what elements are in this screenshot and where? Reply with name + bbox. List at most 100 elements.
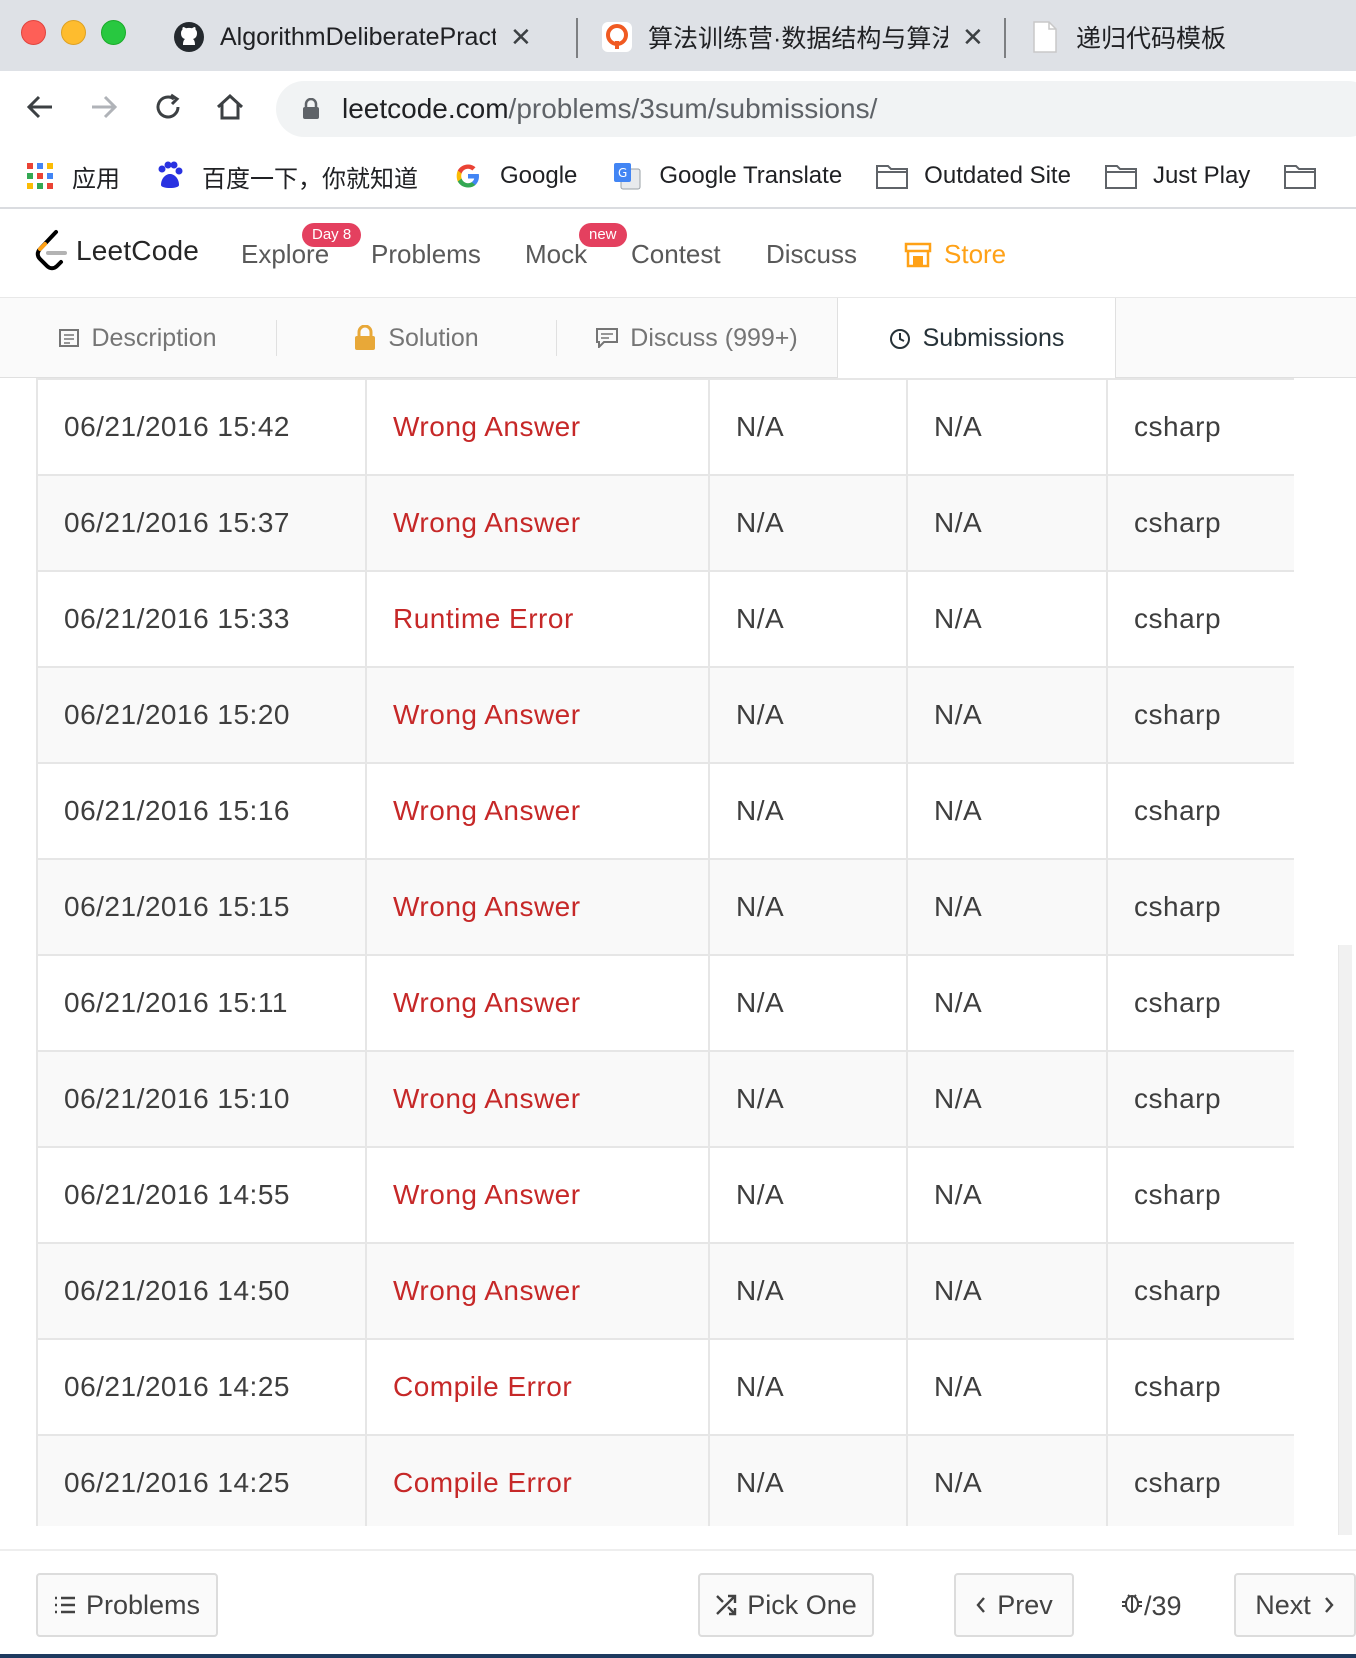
- geekbang-icon: [600, 20, 634, 54]
- browser-tab-geekbang[interactable]: 算法训练营·数据结构与算法 ✕: [600, 12, 984, 62]
- submission-status[interactable]: Wrong Answer: [365, 378, 710, 476]
- table-row[interactable]: 06/21/2016 15:20 Wrong Answer N/A N/A csharp: [36, 666, 1294, 764]
- submission-time: 06/21/2016 15:16: [36, 762, 367, 860]
- submission-memory: N/A: [906, 570, 1108, 668]
- submission-time: 06/21/2016 15:42: [36, 378, 367, 476]
- nav-store[interactable]: Store: [904, 239, 1006, 270]
- bookmark-label: Google: [500, 162, 578, 189]
- back-button[interactable]: [20, 87, 60, 127]
- table-row[interactable]: 06/21/2016 14:55 Wrong Answer N/A N/A csharp: [36, 1146, 1294, 1244]
- submission-language: csharp: [1106, 474, 1294, 572]
- close-icon[interactable]: ✕: [962, 22, 984, 53]
- submission-time: 06/21/2016 14:55: [36, 1146, 367, 1244]
- submission-language: csharp: [1106, 1338, 1294, 1436]
- bookmark-folder-outdated-site[interactable]: Outdated Site: [876, 160, 1071, 192]
- tab-solution[interactable]: Solution: [277, 298, 556, 378]
- tab-title: 递归代码模板: [1076, 25, 1227, 53]
- bookmark-apps[interactable]: 应用: [24, 159, 120, 194]
- store-icon: [904, 242, 932, 267]
- page-indicator[interactable]: /39: [1120, 1591, 1182, 1622]
- bookmark-folder-just-play[interactable]: Just Play: [1104, 160, 1250, 192]
- tab-discuss[interactable]: Discuss (999+): [557, 298, 837, 378]
- submission-status[interactable]: Wrong Answer: [365, 762, 710, 860]
- tab-description[interactable]: Description: [0, 298, 276, 378]
- submission-status[interactable]: Wrong Answer: [365, 858, 710, 956]
- next-button[interactable]: Next: [1234, 1573, 1356, 1637]
- submission-language: csharp: [1106, 378, 1294, 476]
- close-icon[interactable]: ✕: [510, 22, 532, 53]
- table-row[interactable]: 06/21/2016 15:16 Wrong Answer N/A N/A csharp: [36, 762, 1294, 860]
- submission-runtime: N/A: [708, 1050, 908, 1148]
- problems-list-button[interactable]: Problems: [36, 1573, 218, 1637]
- scrollbar[interactable]: [1338, 945, 1352, 1535]
- submission-memory: N/A: [906, 1050, 1108, 1148]
- tab-label: Discuss (999+): [630, 323, 798, 352]
- home-button[interactable]: [210, 87, 250, 127]
- window-close-button[interactable]: [21, 20, 46, 45]
- bookmark-google[interactable]: Google: [452, 160, 577, 192]
- table-row[interactable]: 06/21/2016 15:42 Wrong Answer N/A N/A csharp: [36, 378, 1294, 476]
- address-bar[interactable]: leetcode.com/problems/3sum/submissions/: [276, 81, 1356, 137]
- submission-runtime: N/A: [708, 378, 908, 476]
- submission-status[interactable]: Wrong Answer: [365, 474, 710, 572]
- submission-language: csharp: [1106, 1434, 1294, 1526]
- nav-problems[interactable]: Problems: [371, 239, 481, 270]
- bookmark-baidu[interactable]: 百度一下，你就知道: [154, 159, 418, 194]
- submission-status[interactable]: Wrong Answer: [365, 1146, 710, 1244]
- tab-submissions[interactable]: Submissions: [837, 298, 1116, 379]
- submission-time: 06/21/2016 14:25: [36, 1434, 367, 1526]
- nav-mock[interactable]: Mock: [525, 239, 587, 270]
- window-zoom-button[interactable]: [101, 20, 126, 45]
- prev-button[interactable]: Prev: [954, 1573, 1074, 1637]
- table-row[interactable]: 06/21/2016 15:11 Wrong Answer N/A N/A csharp: [36, 954, 1294, 1052]
- submission-status[interactable]: Compile Error: [365, 1338, 710, 1436]
- forward-button[interactable]: [84, 87, 124, 127]
- bookmark-folder-more[interactable]: [1284, 160, 1332, 192]
- window-bottom-edge: [0, 1654, 1356, 1658]
- bookmark-label: 应用: [72, 165, 120, 193]
- table-row[interactable]: 06/21/2016 15:15 Wrong Answer N/A N/A csharp: [36, 858, 1294, 956]
- clock-icon: [889, 328, 911, 350]
- tab-title: AlgorithmDeliberatePractic: [220, 22, 496, 51]
- logo-text: LeetCode: [76, 235, 200, 266]
- lock-icon[interactable]: [302, 98, 320, 120]
- url-text[interactable]: leetcode.com/problems/3sum/submissions/: [342, 93, 877, 125]
- submission-status[interactable]: Wrong Answer: [365, 1242, 710, 1340]
- folder-icon: [1104, 160, 1137, 192]
- submission-runtime: N/A: [708, 474, 908, 572]
- leetcode-logo[interactable]: LeetCode: [34, 229, 199, 273]
- table-row[interactable]: 06/21/2016 14:25 Compile Error N/A N/A cshar…: [36, 1338, 1294, 1436]
- table-row[interactable]: 06/21/2016 14:50 Wrong Answer N/A N/A csharp: [36, 1242, 1294, 1340]
- table-row[interactable]: 06/21/2016 15:37 Wrong Answer N/A N/A csharp: [36, 474, 1294, 572]
- submission-status[interactable]: Wrong Answer: [365, 954, 710, 1052]
- table-row[interactable]: 06/21/2016 14:25 Compile Error N/A N/A cshar…: [36, 1434, 1294, 1526]
- nav-contest[interactable]: Contest: [631, 239, 721, 270]
- submission-runtime: N/A: [708, 570, 908, 668]
- submission-language: csharp: [1106, 762, 1294, 860]
- submission-runtime: N/A: [708, 1434, 908, 1526]
- submission-language: csharp: [1106, 954, 1294, 1052]
- github-icon: [172, 20, 206, 54]
- button-label: Pick One: [747, 1589, 857, 1620]
- submission-time: 06/21/2016 15:33: [36, 570, 367, 668]
- submission-status[interactable]: Runtime Error: [365, 570, 710, 668]
- submission-status[interactable]: Wrong Answer: [365, 666, 710, 764]
- nav-discuss[interactable]: Discuss: [766, 239, 857, 270]
- browser-tab-bar: AlgorithmDeliberatePractic ✕ 算法训练营·数据结构与…: [0, 0, 1356, 71]
- shuffle-icon: [715, 1594, 737, 1616]
- pick-one-button[interactable]: Pick One: [698, 1573, 874, 1637]
- submission-runtime: N/A: [708, 1242, 908, 1340]
- submission-status[interactable]: Compile Error: [365, 1434, 710, 1526]
- browser-tab-github[interactable]: AlgorithmDeliberatePractic ✕: [172, 12, 532, 62]
- reload-button[interactable]: [148, 87, 188, 127]
- submission-time: 06/21/2016 15:10: [36, 1050, 367, 1148]
- submission-time: 06/21/2016 15:37: [36, 474, 367, 572]
- table-row[interactable]: 06/21/2016 15:10 Wrong Answer N/A N/A csharp: [36, 1050, 1294, 1148]
- bookmark-google-translate[interactable]: G Google Translate: [611, 160, 842, 192]
- window-minimize-button[interactable]: [61, 20, 86, 45]
- browser-tab-template[interactable]: 递归代码模板: [1028, 12, 1226, 62]
- table-row[interactable]: 06/21/2016 15:33 Runtime Error N/A N/A cshar…: [36, 570, 1294, 668]
- submission-memory: N/A: [906, 762, 1108, 860]
- submission-status[interactable]: Wrong Answer: [365, 1050, 710, 1148]
- description-icon: [59, 329, 80, 347]
